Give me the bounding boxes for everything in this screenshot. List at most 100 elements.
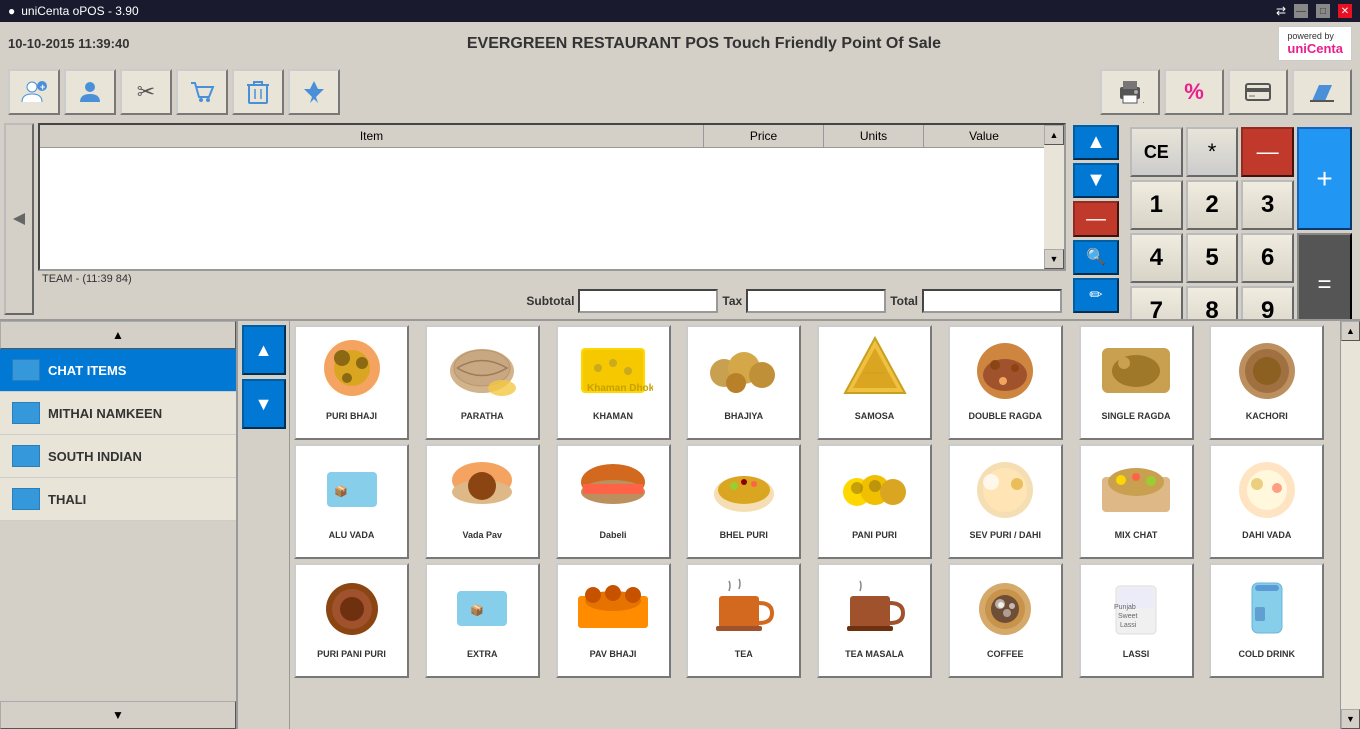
food-item-puri-bhaji[interactable]: PURI BHAJI [294,325,409,440]
food-item-image-9 [427,446,538,528]
food-item-bhajiya[interactable]: BHAJIYA [686,325,801,440]
food-item-label-2: KHAMAN [558,409,669,424]
discount-button[interactable]: % [1164,69,1224,115]
numpad-3-button[interactable]: 3 [1241,180,1294,230]
food-item-label-6: SINGLE RAGDA [1081,409,1192,424]
food-item-pav-bhaji[interactable]: PAV BHAJI [556,563,671,678]
nav-search-button[interactable]: 🔍 [1073,240,1119,275]
food-item-image-14 [1081,446,1192,528]
nav-edit-button[interactable]: ✏ [1073,278,1119,313]
numpad-multiply-button[interactable]: * [1186,127,1239,177]
cat-scroll-up-button[interactable]: ▲ [0,321,236,349]
scroll-up-button[interactable]: ▲ [1044,125,1064,145]
new-customer-button[interactable]: + [8,69,60,115]
numpad-6-button[interactable]: 6 [1241,233,1294,283]
numpad-ce-button[interactable]: CE [1130,127,1183,177]
food-item-tea-masala[interactable]: TEA MASALA [817,563,932,678]
food-item-kachori[interactable]: KACHORI [1209,325,1324,440]
food-item-image-22: PunjabSweetLassi [1081,565,1192,647]
split-button[interactable]: ✂ [120,69,172,115]
numpad-2-button[interactable]: 2 [1186,180,1239,230]
grid-scroll-up-button[interactable]: ▲ [1341,321,1360,341]
sub-nav-up-button[interactable]: ▲ [242,325,286,375]
numpad-1-button[interactable]: 1 [1130,180,1183,230]
cat-item-south-indian[interactable]: SOUTH INDIAN [0,435,236,478]
food-item-label-13: SEV PURI / DAHI [950,528,1061,543]
food-item-vada-pav[interactable]: Vada Pav [425,444,540,559]
food-item-pani-puri[interactable]: PANI PURI [817,444,932,559]
svg-text:Punjab: Punjab [1114,604,1136,611]
col-price: Price [704,125,824,147]
food-item-image-20 [819,565,930,647]
cat-label-mithai: MITHAI NAMKEEN [48,406,162,421]
food-item-label-23: COLD DRINK [1211,647,1322,662]
food-item-label-9: Vada Pav [427,528,538,543]
subtotal-field[interactable] [578,289,718,313]
food-item-double-ragda[interactable]: DOUBLE RAGDA [948,325,1063,440]
numpad-minus-button[interactable]: — [1241,127,1294,177]
collapse-button[interactable] [4,123,34,315]
nav-remove-button[interactable]: — [1073,201,1119,236]
numpad-plus-button[interactable]: + [1297,127,1352,230]
cat-scroll-down-button[interactable]: ▼ [0,701,236,729]
food-item-mix-chat[interactable]: MIX CHAT [1079,444,1194,559]
payment-button[interactable] [1228,69,1288,115]
cat-item-chat[interactable]: CHAT ITEMS [0,349,236,392]
numpad-5-button[interactable]: 5 [1186,233,1239,283]
food-item-lassi[interactable]: PunjabSweetLassiLASSI [1079,563,1194,678]
total-field[interactable] [922,289,1062,313]
food-item-khaman[interactable]: Khaman DhoklaKHAMAN [556,325,671,440]
food-item-image-23 [1211,565,1322,647]
food-item-dahi-vada[interactable]: DAHI VADA [1209,444,1324,559]
food-item-extra[interactable]: 📦EXTRA [425,563,540,678]
food-item-image-8: 📦 [296,446,407,528]
scroll-down-button[interactable]: ▼ [1044,249,1064,269]
food-item-puri-pani-puri[interactable]: PURI PANI PURI [294,563,409,678]
grid-scrollbar: ▲ ▼ [1340,321,1360,729]
tax-label: Tax [722,294,742,308]
toolbar: + ✂ … % [0,65,1360,119]
cat-item-thali[interactable]: THALI [0,478,236,521]
food-item-label-1: PARATHA [427,409,538,424]
svg-text:Lassi: Lassi [1120,622,1137,629]
numpad-4-button[interactable]: 4 [1130,233,1183,283]
close-button[interactable]: ✕ [1338,4,1352,18]
upper-section: Item Price Units Value ▲ ▼ TEAM - (11 [0,119,1360,319]
food-item-label-11: BHEL PURI [688,528,799,543]
food-item-image-5 [950,327,1061,409]
food-item-paratha[interactable]: PARATHA [425,325,540,440]
cart-button[interactable] [176,69,228,115]
food-item-coffee[interactable]: COFFEE [948,563,1063,678]
arrows-icon: ⇄ [1276,4,1286,18]
food-item-image-13 [950,446,1061,528]
pin-button[interactable] [288,69,340,115]
sub-nav-down-button[interactable]: ▼ [242,379,286,429]
food-item-cold-drink[interactable]: COLD DRINK [1209,563,1324,678]
food-item-sev-puri-/-dahi[interactable]: SEV PURI / DAHI [948,444,1063,559]
delete-button[interactable] [232,69,284,115]
title-bar-right: ⇄ — □ ✕ [1276,4,1352,18]
minimize-button[interactable]: — [1294,4,1308,18]
maximize-button[interactable]: □ [1316,4,1330,18]
food-item-dabeli[interactable]: Dabeli [556,444,671,559]
clear-button[interactable] [1292,69,1352,115]
food-item-single-ragda[interactable]: SINGLE RAGDA [1079,325,1194,440]
nav-up-button[interactable]: ▲ [1073,125,1119,160]
print-button[interactable]: … [1100,69,1160,115]
food-item-bhel-puri[interactable]: BHEL PURI [686,444,801,559]
totals-row: Subtotal Tax Total [38,287,1066,315]
cat-color-south-indian [12,445,40,467]
customer-button[interactable] [64,69,116,115]
grid-scroll-track [1341,341,1360,709]
food-item-tea[interactable]: TEA [686,563,801,678]
food-item-label-15: DAHI VADA [1211,528,1322,543]
grid-scroll-down-button[interactable]: ▼ [1341,709,1360,729]
nav-down-button[interactable]: ▼ [1073,163,1119,198]
food-item-label-5: DOUBLE RAGDA [950,409,1061,424]
food-item-alu-vada[interactable]: 📦ALU VADA [294,444,409,559]
tax-field[interactable] [746,289,886,313]
cat-color-mithai [12,402,40,424]
food-item-samosa[interactable]: SAMOSA [817,325,932,440]
cat-item-mithai[interactable]: MITHAI NAMKEEN [0,392,236,435]
food-item-image-10 [558,446,669,528]
